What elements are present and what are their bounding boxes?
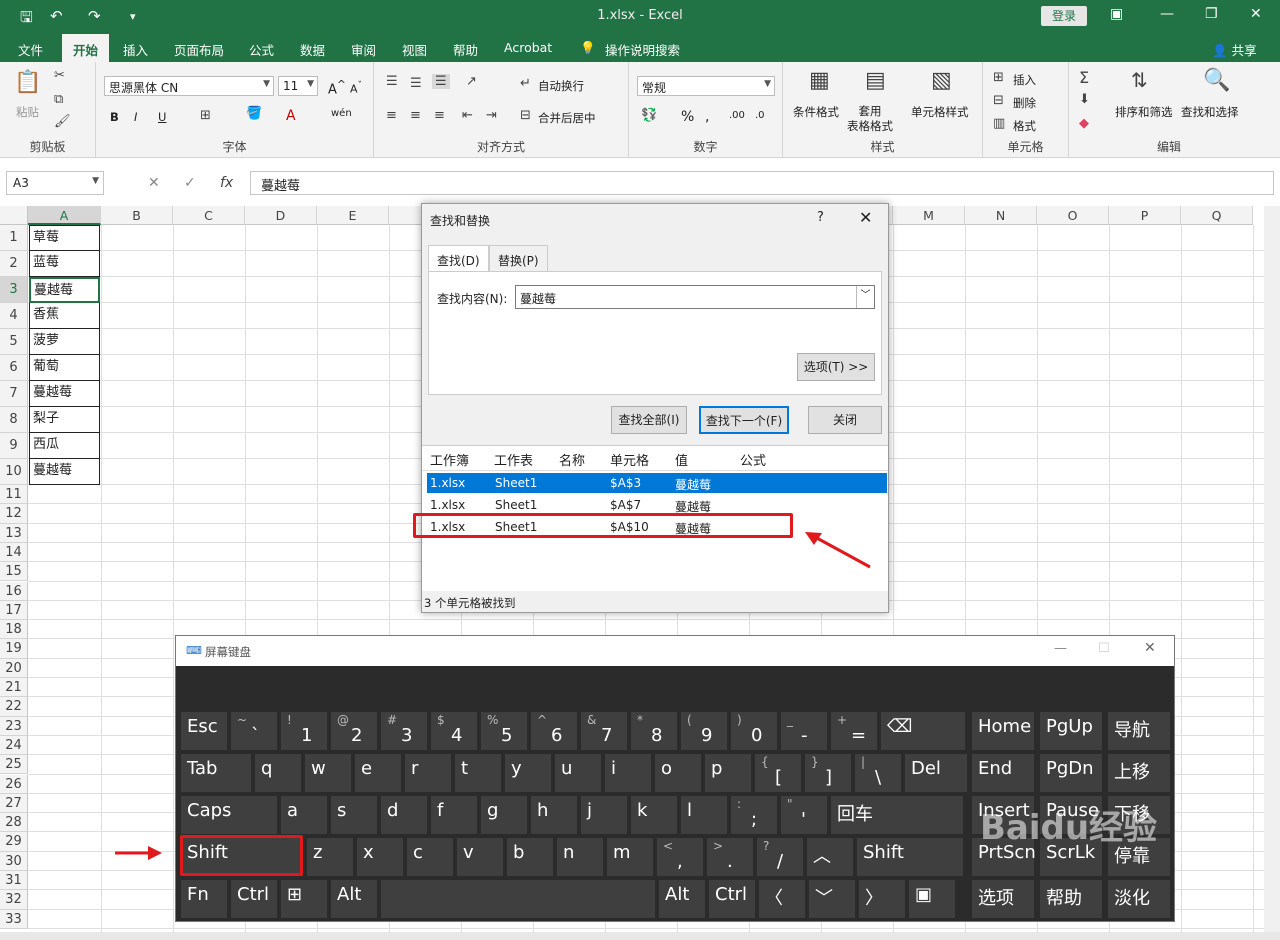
annotation-arrows <box>115 532 871 860</box>
arrow-result <box>814 535 871 569</box>
arrowhead-shift <box>148 846 162 860</box>
baidu-watermark: Baidu经验 <box>980 808 1158 848</box>
horizontal-scrollbar[interactable] <box>0 932 1280 940</box>
